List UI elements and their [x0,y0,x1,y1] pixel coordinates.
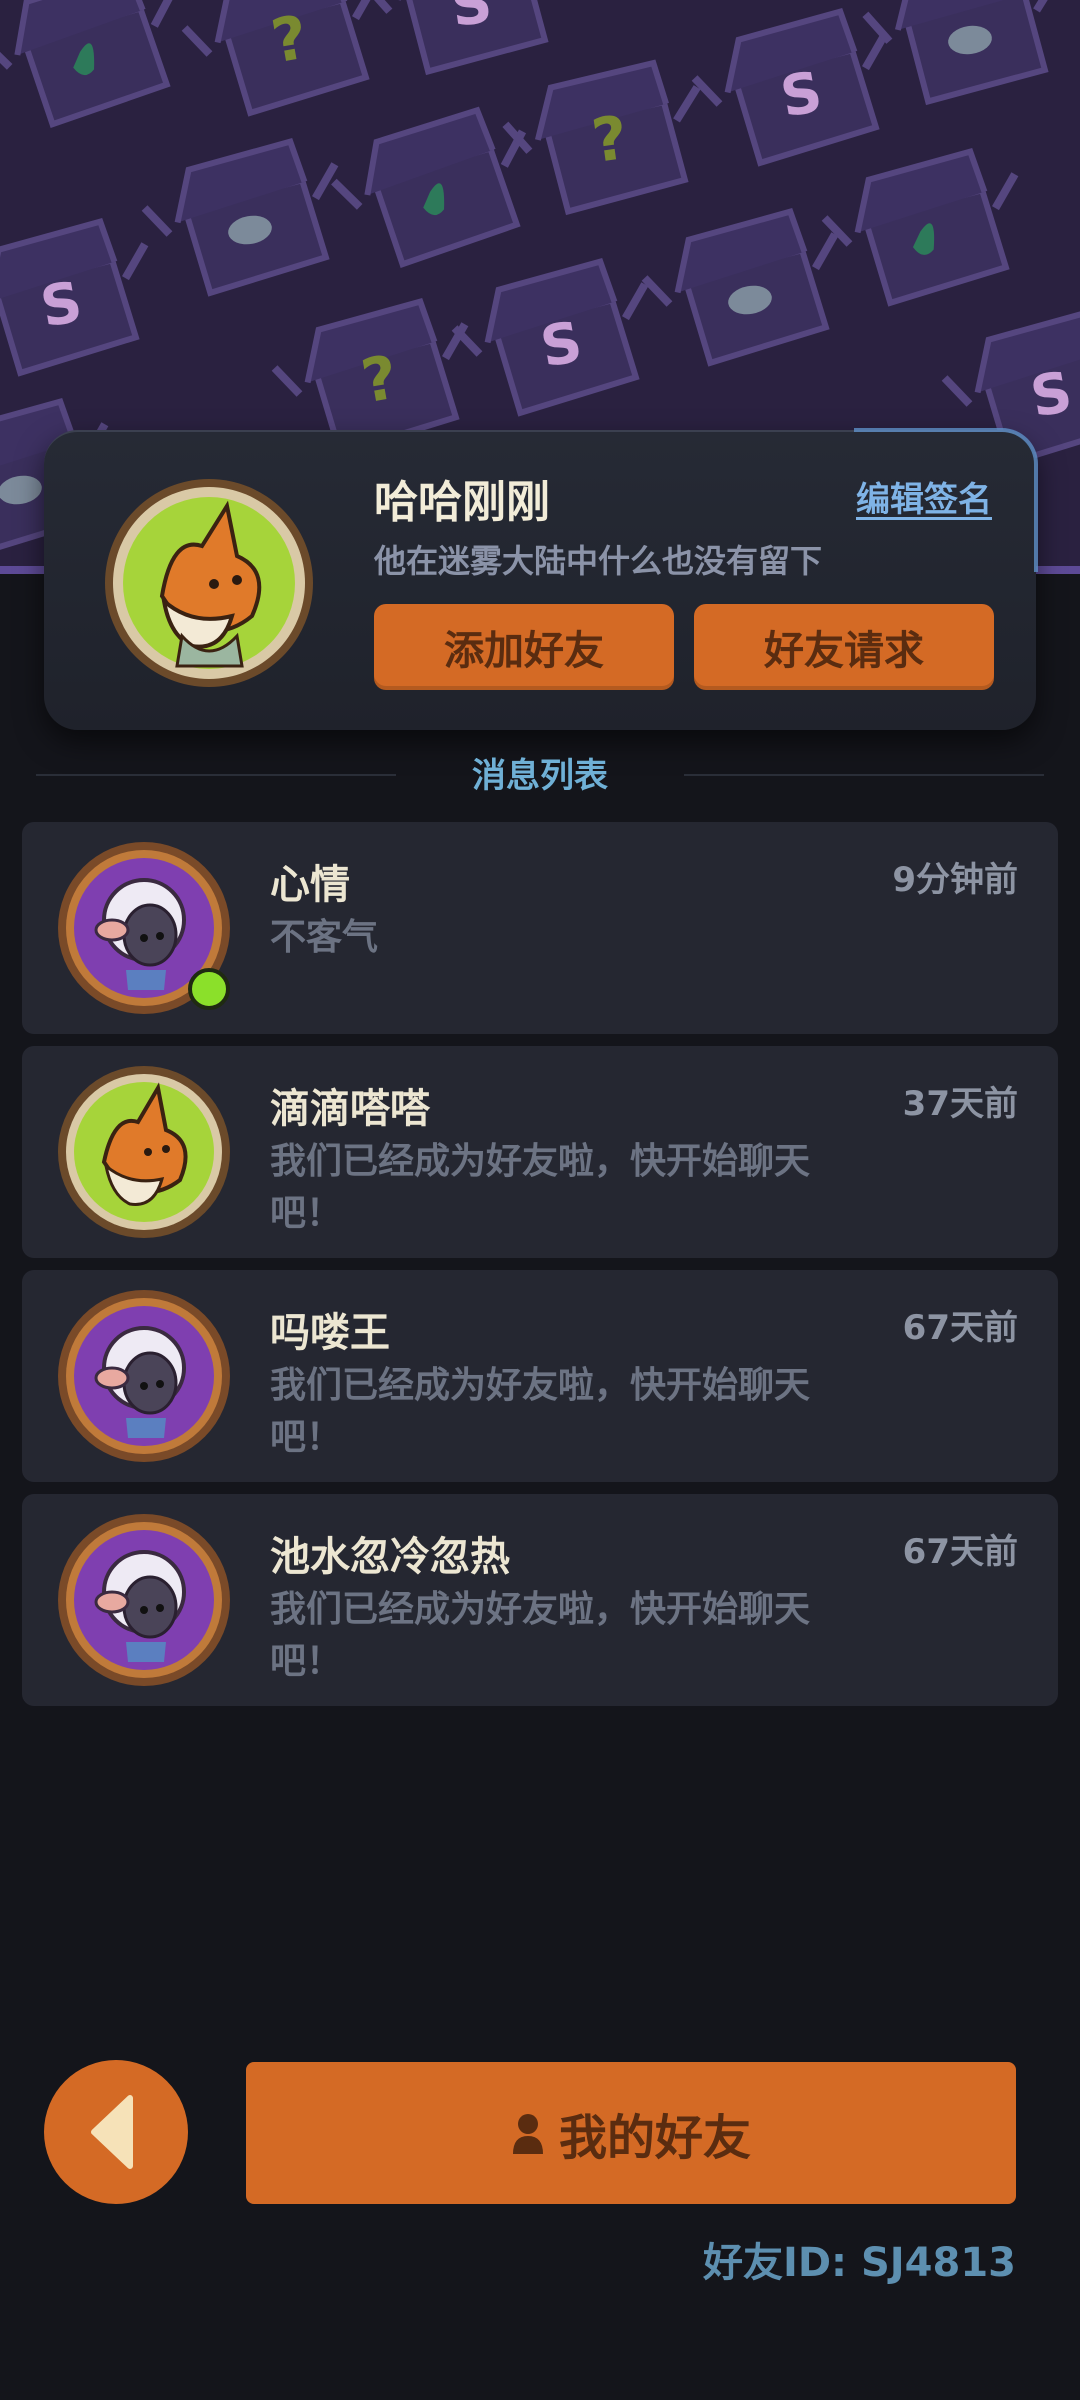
profile-signature: 他在迷雾大陆中什么也没有留下 [374,542,823,580]
message-preview: 不客气 [270,917,379,958]
edit-signature-link[interactable]: 编辑签名 [856,472,992,521]
my-friends-label: 我的好友 [558,2110,751,2166]
message-time: 9分钟前 [892,860,1018,900]
back-arrow-icon [91,2095,133,2169]
message-preview: 我们已经成为好友啦，快开始聊天吧！ [270,1365,811,1458]
message-time: 67天前 [902,1532,1018,1572]
fox-avatar-icon[interactable] [102,476,316,690]
message-item[interactable]: 吗喽王 我们已经成为好友啦，快开始聊天吧！ 67天前 [22,1270,1058,1482]
message-item[interactable]: 滴滴嗒嗒 我们已经成为好友啦，快开始聊天吧！ 37天前 [22,1046,1058,1258]
profile-card: 哈哈刚刚 编辑签名 他在迷雾大陆中什么也没有留下 添加好友 好友请求 [44,428,1038,730]
person-icon [512,2114,543,2154]
message-sender-name: 滴滴嗒嗒 [270,1086,430,1132]
message-list-title: 消息列表 [472,756,608,796]
message-sender-name: 心情 [270,862,350,908]
friend-request-button[interactable]: 好友请求 [694,604,994,690]
message-time: 37天前 [902,1084,1018,1124]
message-time: 67天前 [902,1308,1018,1348]
svg-text:S: S [447,0,496,40]
message-item[interactable]: 心情 不客气 9分钟前 [22,822,1058,1034]
online-status-dot [188,968,230,1010]
message-sender-name: 吗喽王 [270,1310,390,1356]
sheep-avatar-icon [58,1514,230,1686]
sheep-avatar-icon [58,1290,230,1462]
add-friend-button[interactable]: 添加好友 [374,604,674,690]
message-item[interactable]: 池水忽冷忽热 我们已经成为好友啦，快开始聊天吧！ 67天前 [22,1494,1058,1706]
fox-avatar-icon [58,1066,230,1238]
profile-name: 哈哈刚刚 [374,477,550,528]
message-sender-name: 池水忽冷忽热 [270,1534,510,1580]
my-friends-button[interactable]: 我的好友 [246,2062,1016,2204]
message-preview: 我们已经成为好友啦，快开始聊天吧！ [270,1589,811,1682]
back-button[interactable] [44,2060,188,2204]
friend-id-text: 好友ID: SJ4813 [702,2240,1016,2286]
message-preview: 我们已经成为好友啦，快开始聊天吧！ [270,1141,811,1234]
